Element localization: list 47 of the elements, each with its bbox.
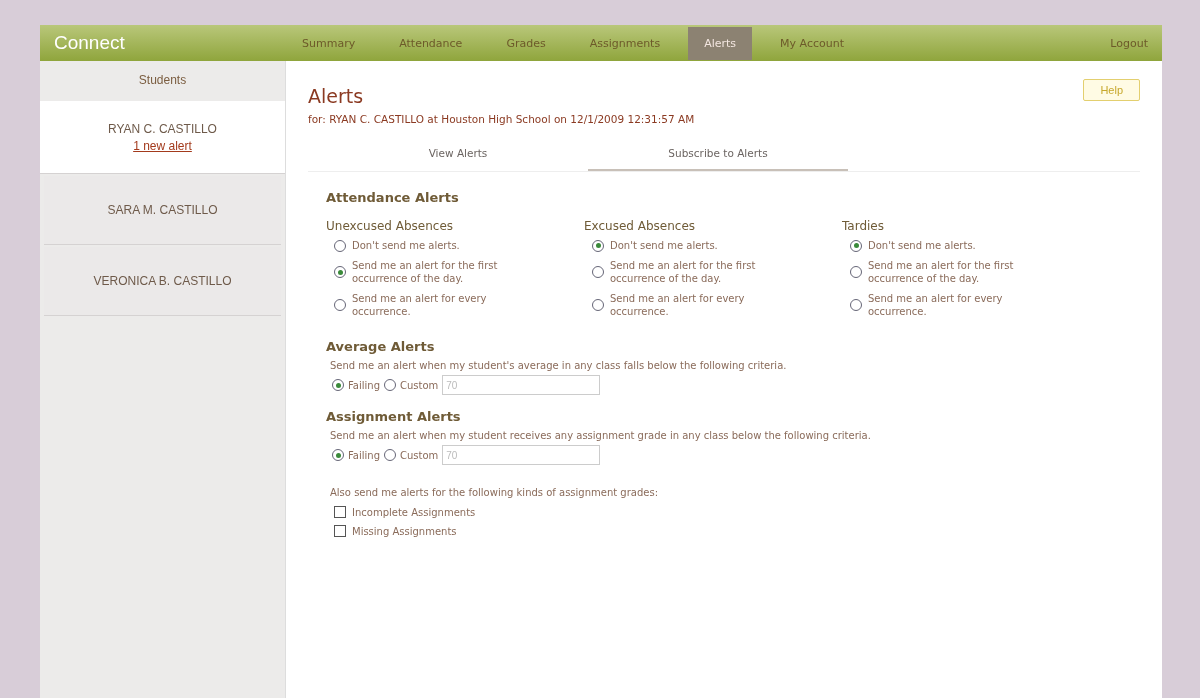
student-name: SARA M. CASTILLO <box>107 203 218 217</box>
option-label: Custom <box>400 449 439 461</box>
student-name: VERONICA B. CASTILLO <box>93 274 232 288</box>
logo: Connect <box>53 32 126 54</box>
option-label: Send me an alert for the first occurrence of the day. <box>352 259 499 285</box>
nav-tab[interactable]: Assignments <box>573 26 677 60</box>
option-label: Failing <box>348 379 380 391</box>
option-label: Don't send me alerts. <box>868 239 977 252</box>
description-text: Send me an alert when my student's average in any class falls below the following criteria. <box>330 360 788 371</box>
description-text: Also send me alerts for the following kinds of assignment grades: <box>330 487 660 498</box>
checkbox-label: Incomplete Assignments <box>352 506 476 518</box>
option-label: Don't send me alerts. <box>610 239 719 252</box>
section-heading: Attendance Alerts <box>326 190 460 205</box>
section-heading: Assignment Alerts <box>326 409 462 424</box>
checkbox-label: Missing Assignments <box>352 525 457 537</box>
option-label: Send me an alert for the first occurrence of the day. <box>610 259 757 285</box>
option-label: Send me an alert for the first occurrence of the day. <box>868 259 1015 285</box>
page-title: Alerts <box>308 85 364 107</box>
group-heading: Unexcused Absences <box>326 219 455 233</box>
nav-tab[interactable]: Attendance <box>383 26 479 60</box>
input-field[interactable]: 70 <box>442 445 601 465</box>
option-label: Send me an alert for every occurrence. <box>868 292 1004 318</box>
page-subtitle: for: RYAN C. CASTILLO at Houston High School on 12/1/2009 12:31:57 AM <box>308 113 696 125</box>
group-heading: Excused Absences <box>584 219 697 233</box>
nav-tab[interactable]: Summary <box>286 26 372 60</box>
group-heading: Tardies <box>842 219 885 233</box>
sidebar-title: Students <box>137 72 188 89</box>
option-label: Custom <box>400 379 439 391</box>
nav-tab[interactable]: My Account <box>764 26 860 60</box>
option-label: Send me an alert for every occurrence. <box>610 292 746 318</box>
checkbox[interactable] <box>334 525 346 537</box>
option-label: Failing <box>348 449 380 461</box>
checkbox[interactable] <box>334 506 346 518</box>
tab[interactable]: Subscribe to Alerts <box>588 143 848 171</box>
alert-link[interactable]: 1 new alert <box>133 138 192 153</box>
tab[interactable]: View Alerts <box>328 143 588 171</box>
section-heading: Average Alerts <box>326 339 436 354</box>
option-label: Send me an alert for every occurrence. <box>352 292 488 318</box>
input-field[interactable]: 70 <box>442 375 601 395</box>
student-name: RYAN C. CASTILLO <box>108 121 217 136</box>
nav-tab[interactable]: Grades <box>490 26 562 60</box>
logout-link[interactable]: Logout <box>1110 36 1148 50</box>
option-label: Don't send me alerts. <box>352 239 461 252</box>
student-item[interactable]: RYAN C. CASTILLO 1 new alert <box>40 101 285 174</box>
help-button[interactable]: Help <box>1083 79 1140 101</box>
description-text: Send me an alert when my student receives any assignment grade in any class below the following criteria. <box>330 430 872 441</box>
nav-tab[interactable]: Alerts <box>688 26 753 60</box>
